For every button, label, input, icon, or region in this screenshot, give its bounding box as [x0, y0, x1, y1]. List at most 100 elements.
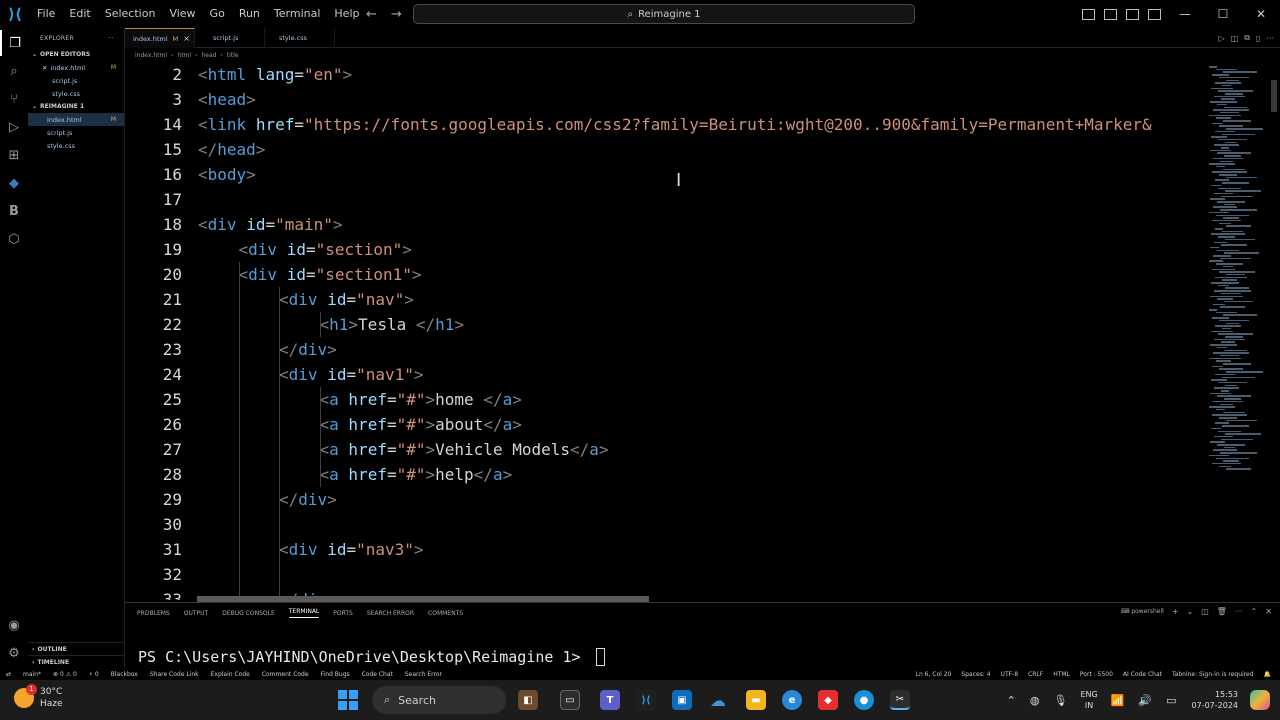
tab-search-error[interactable]: SEARCH ERROR	[367, 610, 414, 617]
status-ports[interactable]: ⚡ 0	[83, 671, 105, 678]
windows-start-icon[interactable]	[338, 690, 358, 710]
taskbar-search[interactable]: ⌕ Search	[372, 686, 506, 714]
code-line[interactable]: 25 <a href="#">home </a>	[125, 387, 1201, 412]
tab-index-html[interactable]: index.html M ×	[125, 28, 195, 48]
code-editor[interactable]: 2 <html lang="en"> 3 <head> 14 <link href="ht…	[125, 62, 1205, 600]
tab-comments[interactable]: COMMENTS	[428, 610, 463, 617]
back-arrow-icon[interactable]: ←	[366, 7, 377, 22]
code-line[interactable]: 30	[125, 512, 1201, 537]
open-editor-item[interactable]: ✕ index.html M	[28, 61, 124, 74]
more-actions-icon[interactable]: ···	[1235, 607, 1243, 616]
snipping-tool-icon[interactable]: ✂	[890, 690, 910, 710]
breadcrumb-item[interactable]: html	[177, 52, 191, 59]
split-terminal-icon[interactable]: ◫	[1201, 607, 1209, 616]
code-line[interactable]: 28 <a href="#">help</a>	[125, 462, 1201, 487]
toggle-sidebar-icon[interactable]	[1082, 8, 1095, 20]
code-line[interactable]: 19 <div id="section">	[125, 237, 1201, 262]
customize-layout-icon[interactable]	[1148, 8, 1161, 20]
python-icon[interactable]: ◆	[0, 170, 28, 196]
wifi-icon[interactable]: 📶	[1104, 694, 1132, 707]
status-explain-code[interactable]: Explain Code	[205, 671, 256, 678]
code-line[interactable]: 18 <div id="main">	[125, 212, 1201, 237]
code-line[interactable]: 16 <body>	[125, 162, 1201, 187]
chrome-icon[interactable]: ●	[854, 690, 874, 710]
tab-output[interactable]: OUTPUT	[184, 610, 208, 617]
network-globe-icon[interactable]: ◍	[1023, 694, 1047, 707]
open-editors-section[interactable]: ⌄ OPEN EDITORS	[28, 48, 124, 61]
chevron-down-icon[interactable]: ⌄	[1187, 607, 1194, 616]
maximize-panel-icon[interactable]: ⌃	[1251, 607, 1258, 616]
status-cursor-position[interactable]: Ln 6, Col 20	[911, 671, 957, 678]
open-editor-item[interactable]: style.css	[28, 87, 124, 100]
menu-view[interactable]: View	[162, 0, 202, 28]
more-actions-icon[interactable]: ···	[107, 35, 114, 42]
minimize-icon[interactable]: —	[1166, 0, 1204, 28]
code-line[interactable]: 24 <div id="nav1">	[125, 362, 1201, 387]
split-icon[interactable]: ▯	[1256, 34, 1260, 43]
run-icon[interactable]: ▷	[1219, 34, 1225, 43]
code-line[interactable]: 3 <head>	[125, 87, 1201, 112]
search-icon[interactable]: ⌕	[0, 58, 28, 84]
tab-debug-console[interactable]: DEBUG CONSOLE	[222, 610, 275, 617]
status-tabnine[interactable]: Tabnine: Sign-in is required	[1167, 671, 1259, 678]
explorer-icon[interactable]: ❐	[0, 30, 28, 56]
weather-widget[interactable]: 1 30°C Haze	[14, 684, 63, 710]
clock[interactable]: 15:53 07-07-2024	[1184, 689, 1247, 711]
status-branch[interactable]: main*	[17, 671, 47, 678]
breadcrumb-item[interactable]: index.html	[135, 52, 167, 59]
terminal-output[interactable]: PS C:\Users\JAYHIND\OneDrive\Desktop\Rei…	[138, 648, 605, 666]
status-problems[interactable]: ⊗ 0 ⚠ 0	[47, 671, 83, 678]
breadcrumb-item[interactable]: head	[201, 52, 216, 59]
extensions-icon[interactable]: ⊞	[0, 142, 28, 168]
store-icon[interactable]: ▣	[672, 690, 692, 710]
terminal-shell-label[interactable]: ⌨ powershell	[1121, 608, 1164, 615]
open-editor-item[interactable]: script.js	[28, 74, 124, 87]
close-icon[interactable]: ✕	[42, 64, 47, 72]
minimap[interactable]	[1205, 62, 1280, 600]
close-icon[interactable]: ×	[183, 34, 190, 43]
status-language[interactable]: HTML	[1048, 671, 1075, 678]
toggle-panel-icon[interactable]	[1104, 8, 1117, 20]
account-icon[interactable]: ◉	[0, 612, 28, 638]
breadcrumb-item[interactable]: title	[227, 52, 239, 59]
menu-go[interactable]: Go	[203, 0, 232, 28]
menu-selection[interactable]: Selection	[98, 0, 163, 28]
menu-run[interactable]: Run	[232, 0, 267, 28]
split-editor-icon[interactable]: ◫	[1231, 34, 1239, 43]
code-line[interactable]: 31 <div id="nav3">	[125, 537, 1201, 562]
tab-ports[interactable]: PORTS	[333, 610, 353, 617]
status-eol[interactable]: CRLF	[1023, 671, 1048, 678]
status-comment-code[interactable]: Comment Code	[256, 671, 315, 678]
remote-icon[interactable]: ⇄	[0, 671, 17, 678]
status-share-code[interactable]: Share Code Link	[144, 671, 205, 678]
timeline-section[interactable]: › TIMELINE	[28, 655, 125, 668]
code-line[interactable]: 23 </div>	[125, 337, 1201, 362]
command-center-search[interactable]: ⌕ Reimagine 1	[413, 4, 915, 24]
volume-icon[interactable]: 🔊	[1131, 694, 1159, 707]
status-search-error[interactable]: Search Error	[399, 671, 448, 678]
close-icon[interactable]: ✕	[1265, 607, 1272, 616]
tab-script-js[interactable]: script.js	[195, 28, 265, 48]
code-line[interactable]: 17	[125, 187, 1201, 212]
tab-terminal[interactable]: TERMINAL	[288, 608, 320, 618]
more-actions-icon[interactable]: ···	[1266, 34, 1274, 43]
code-line[interactable]: 14 <link href="https://fonts.googleapis.c…	[125, 112, 1201, 137]
status-live-server[interactable]: Port : 5500	[1075, 671, 1118, 678]
file-item[interactable]: style.css	[28, 139, 124, 152]
extension-hub-icon[interactable]: ⬡	[0, 226, 28, 252]
tab-style-css[interactable]: style.css	[265, 28, 335, 48]
file-explorer-icon[interactable]: ▬	[746, 690, 766, 710]
battery-icon[interactable]: ▭	[1159, 694, 1183, 707]
source-control-icon[interactable]: ⑂	[0, 86, 28, 112]
bell-icon[interactable]: 🔔	[1259, 671, 1276, 678]
close-icon[interactable]: ✕	[1242, 0, 1280, 28]
copilot-icon[interactable]	[1250, 690, 1270, 710]
toggle-secondary-sidebar-icon[interactable]	[1126, 8, 1139, 20]
status-ai-chat[interactable]: AI Code Chat	[1118, 671, 1167, 678]
code-line[interactable]: 2 <html lang="en">	[125, 62, 1201, 87]
status-blackbox[interactable]: Blackbox	[105, 671, 144, 678]
file-app-icon[interactable]: ▭	[560, 690, 580, 710]
code-line[interactable]: 29 </div>	[125, 487, 1201, 512]
vertical-scrollbar[interactable]	[1271, 80, 1277, 112]
vscode-taskbar-icon[interactable]: ⟩⟨	[636, 690, 656, 710]
